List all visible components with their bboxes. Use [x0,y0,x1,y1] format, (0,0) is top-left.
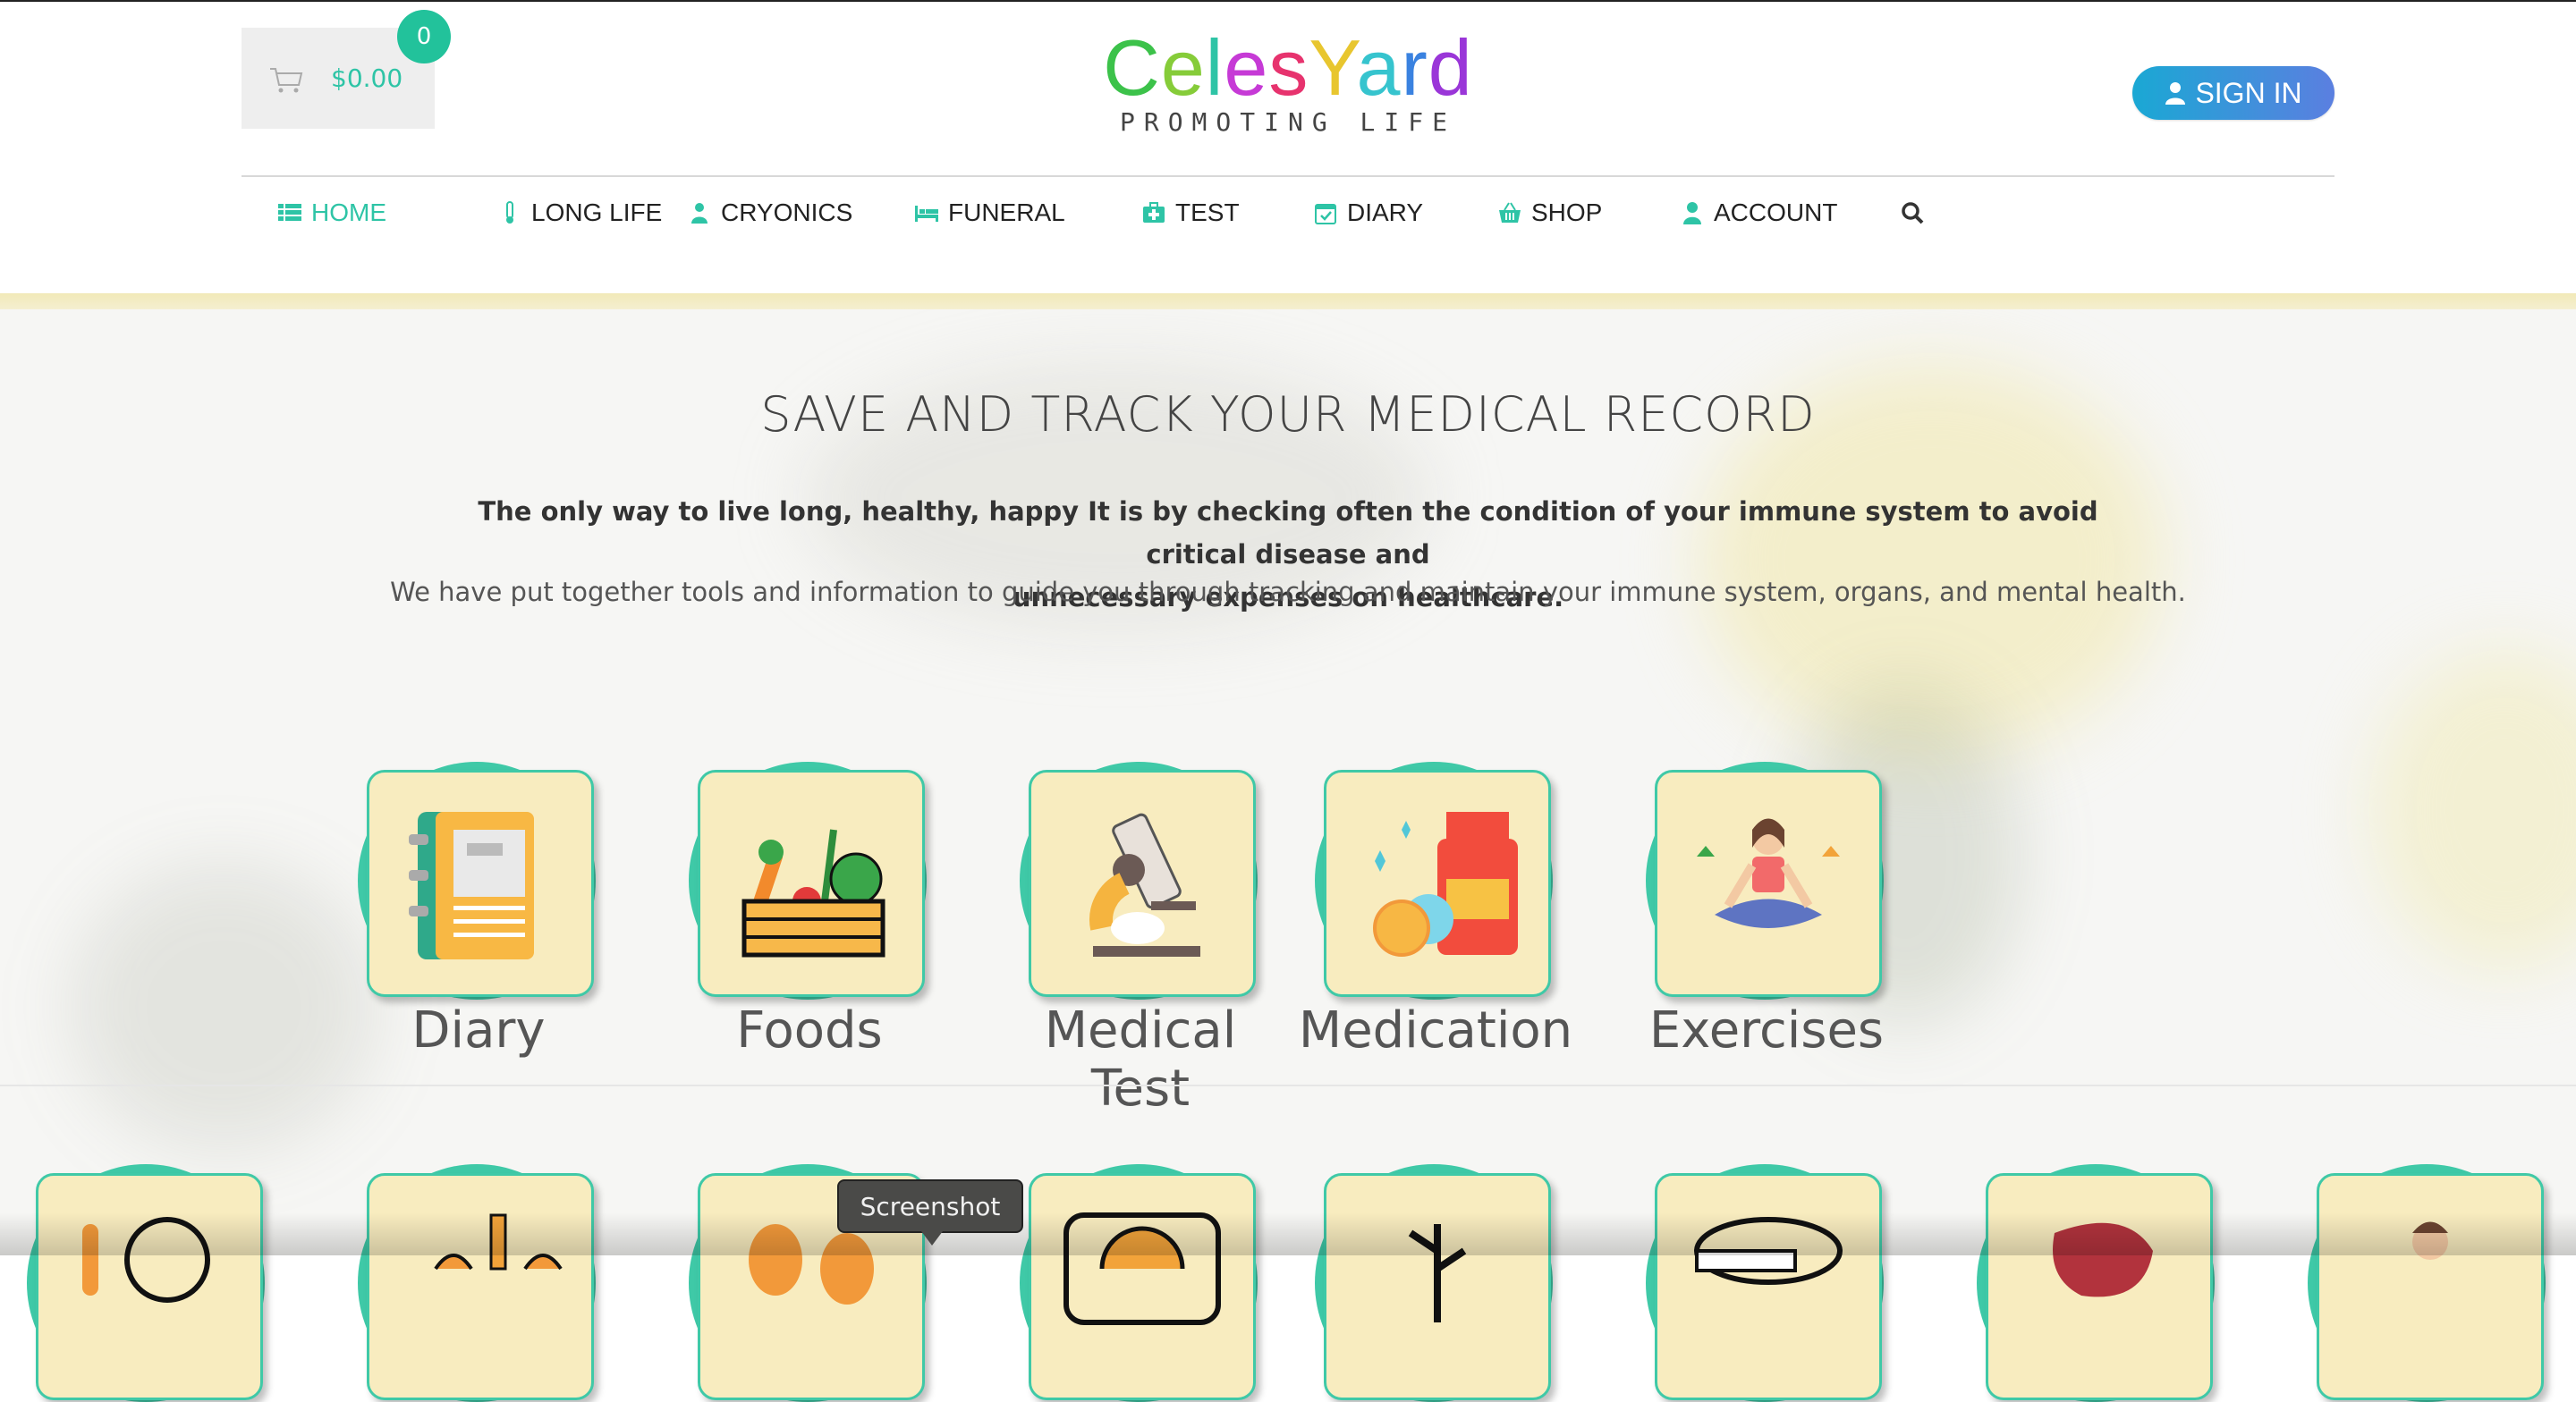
search-icon [1902,202,1924,224]
nav-label: DIARY [1347,198,1424,226]
nav-label: TEST [1175,198,1240,226]
tile-lower[interactable] [36,1173,263,1400]
nav-label: HOME [311,198,386,226]
tile-lower[interactable] [1655,1173,1882,1400]
top-border [0,0,2576,2]
microscope-icon [1089,813,1200,957]
medkit-icon [1143,202,1165,223]
logo-letter: r [1401,23,1428,112]
header-band [0,293,2576,309]
nav-label: LONG LIFE [531,198,663,226]
nav-diary[interactable]: DIARY [1313,198,1497,227]
tile-label-diary[interactable]: Diary [326,1001,631,1060]
logo-letter: C [1103,23,1161,112]
tile-label-medication[interactable]: Medication [1284,1001,1588,1060]
tile-lower[interactable] [367,1173,594,1400]
user-icon [1683,202,1701,224]
vegetable-crate-icon [741,829,886,958]
nav-label: FUNERAL [948,198,1065,226]
nav-account[interactable]: ACCOUNT [1680,198,1900,227]
nav-label: ACCOUNT [1714,198,1838,226]
site-logo[interactable]: CelesYard PROMOTING LIFE [1082,27,1494,138]
nav-search[interactable] [1900,200,1925,225]
yoga-icon [1697,818,1840,928]
header-divider [242,175,2334,177]
logo-letter: a [1356,23,1402,112]
nav-cryonics[interactable]: CRYONICS [687,198,914,227]
cart-total: $0.00 [331,63,403,93]
pill-bottle-icon [1373,812,1518,957]
hero-lead-line: The only way to live long, healthy, happ… [478,496,2098,570]
cart-icon [270,68,303,93]
section-divider [0,1085,2576,1086]
screenshot-tooltip: Screenshot [837,1179,1023,1246]
nav-shop[interactable]: SHOP [1497,198,1680,227]
tile-label-exercises[interactable]: Exercises [1614,1001,1919,1060]
nav-funeral[interactable]: FUNERAL [914,198,1141,227]
tile-lower[interactable] [1324,1173,1551,1400]
nav-home[interactable]: HOME [277,198,454,227]
notebook-icon [409,812,534,959]
tile-diary[interactable] [367,770,594,997]
sign-in-label: SIGN IN [2195,76,2302,109]
tile-medication[interactable] [1324,770,1551,997]
tile-lower[interactable] [2317,1173,2544,1400]
nav-label: CRYONICS [721,198,853,226]
basket-icon [1499,202,1521,223]
nav-test[interactable]: TEST [1141,198,1313,227]
logo-letter: s [1268,23,1309,112]
doctor-icon [691,203,708,224]
tile-label-foods[interactable]: Foods [657,1001,962,1060]
hero-title: SAVE AND TRACK YOUR MEDICAL RECORD [760,386,1816,443]
tile-lower[interactable] [1029,1173,1256,1400]
tile-foods[interactable] [698,770,925,997]
nav-label: SHOP [1531,198,1603,226]
logo-letter: l [1205,23,1224,112]
calendar-check-icon [1315,204,1336,224]
bed-icon [915,206,938,222]
main-nav: HOME LONG LIFE CRYONICS FUNERAL TEST DIA… [242,188,1925,238]
logo-tagline: PROMOTING LIFE [1119,107,1456,137]
logo-letter: e [1160,23,1206,112]
background-blur [2370,649,2576,971]
logo-letter: e [1224,23,1269,112]
tile-medical-test[interactable] [1029,770,1256,997]
tile-exercises[interactable] [1655,770,1882,997]
list-icon [278,204,301,221]
cart-count-badge: 0 [397,10,451,63]
hero-subtitle: We have put together tools and informati… [390,577,2186,607]
logo-letter: Y [1309,23,1357,112]
thermometer-icon [506,201,513,224]
bottom-shade [0,1212,2576,1255]
tile-lower[interactable] [1986,1173,2213,1400]
sign-in-button[interactable]: SIGN IN [2132,66,2334,120]
tile-label-medical-test[interactable]: Medical Test [988,1001,1292,1118]
nav-long-life[interactable]: LONG LIFE [497,198,687,227]
user-icon [2165,82,2186,105]
logo-letter: d [1428,23,1473,112]
logo-title: CelesYard [1082,27,1494,109]
